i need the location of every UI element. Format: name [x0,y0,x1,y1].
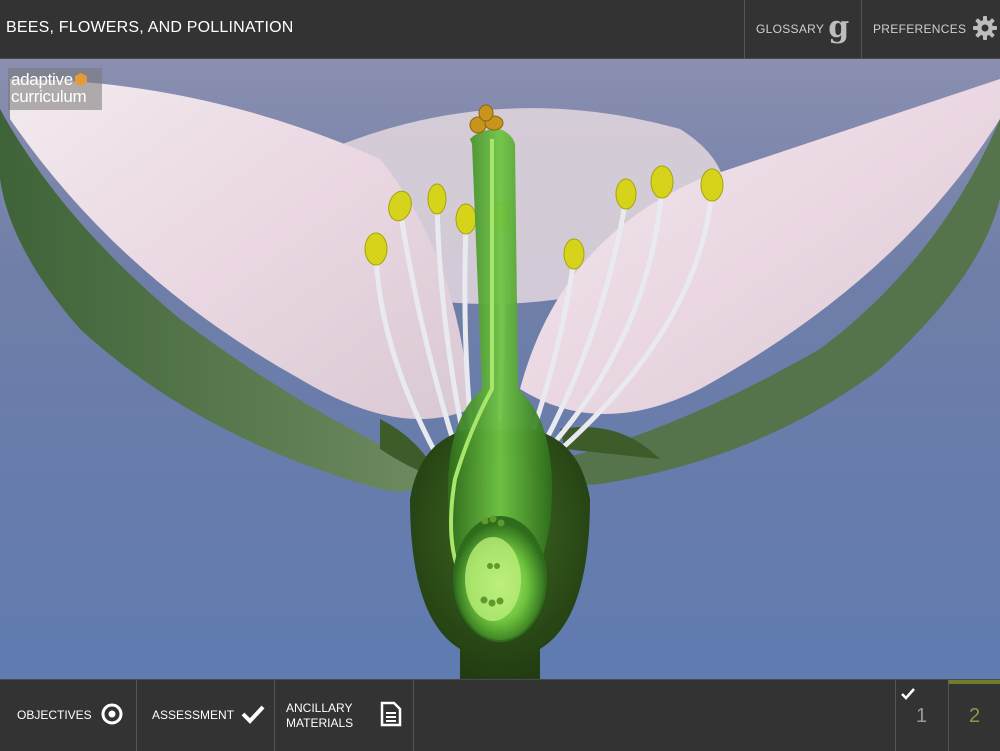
assessment-label: ASSESSMENT [152,708,235,722]
gear-icon [972,15,998,44]
ancillary-label: ANCILLARY MATERIALS [286,701,353,731]
ancillary-materials-button[interactable]: ANCILLARY MATERIALS [275,680,414,751]
ancillary-line2: MATERIALS [286,715,354,730]
checkmark-icon [241,704,265,727]
completed-check-icon [901,683,915,706]
flower-illustration [0,59,1000,679]
target-icon [101,703,123,728]
top-bar: BEES, FLOWERS, AND POLLINATION GLOSSARY … [0,0,1000,59]
g-icon: g [828,9,850,45]
page-1-number: 1 [915,705,928,727]
assessment-button[interactable]: ASSESSMENT [137,680,275,751]
page-2-number: 2 [968,705,981,727]
objectives-label: OBJECTIVES [17,708,92,722]
preferences-label: PREFERENCES [873,22,967,36]
glossary-label: GLOSSARY [756,22,825,36]
page-2-button[interactable]: 2 [948,680,1000,751]
ancillary-line1: ANCILLARY [286,700,353,715]
preferences-button[interactable]: PREFERENCES [861,0,1000,58]
bottom-bar: OBJECTIVES ASSESSMENT ANCILLARY MATERIAL… [0,679,1000,751]
document-icon [380,701,402,730]
page-title: BEES, FLOWERS, AND POLLINATION [6,19,294,36]
page-1-button[interactable]: 1 [895,680,947,751]
logo-hex-icon [74,73,87,86]
glossary-button[interactable]: GLOSSARY g [744,0,861,58]
logo-line2: curriculum [11,87,87,106]
objectives-button[interactable]: OBJECTIVES [0,680,137,751]
adaptive-curriculum-logo: adaptive curriculum [8,68,102,110]
